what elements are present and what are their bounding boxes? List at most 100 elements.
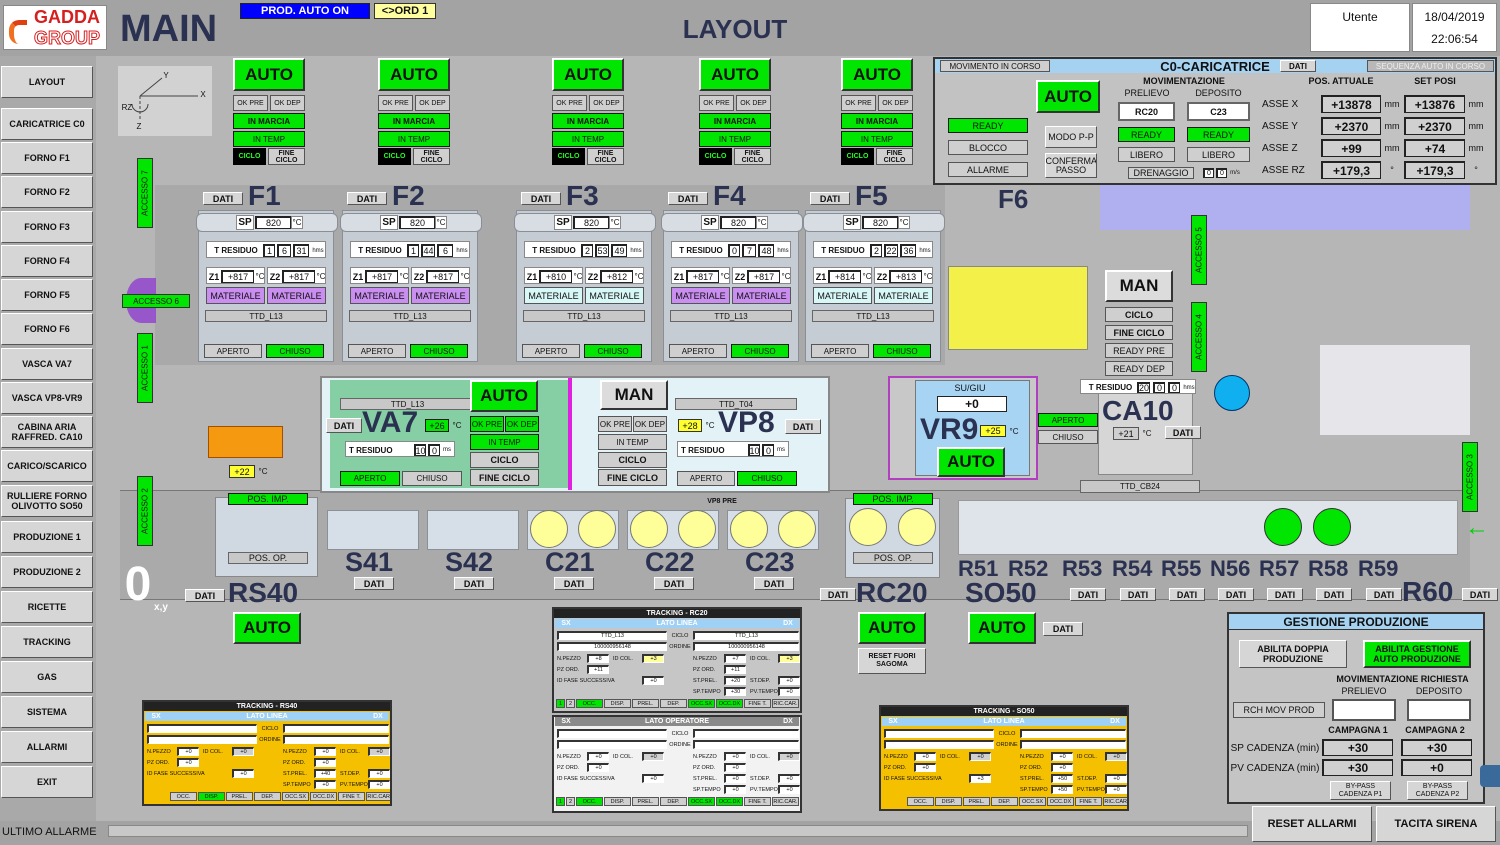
npezzo-dx[interactable]: +0: [314, 747, 336, 756]
gestione-deposito-input[interactable]: [1407, 699, 1471, 721]
sp-cadenza-2[interactable]: +30: [1401, 739, 1472, 756]
pzord-sx[interactable]: +11: [587, 665, 609, 674]
furnace-4-sp-value[interactable]: 820: [720, 216, 756, 229]
accesso-2[interactable]: ACCESSO 2: [137, 476, 153, 546]
station-c23-dati-button[interactable]: DATI: [754, 577, 794, 590]
ordine-dx[interactable]: [693, 740, 799, 749]
stprel[interactable]: +40: [314, 769, 336, 778]
rulliera-r55-dati-button[interactable]: DATI: [1169, 588, 1205, 601]
furnace-3-materiale-2[interactable]: MATERIALE: [585, 287, 644, 304]
vr9-aperto[interactable]: APERTO: [1038, 413, 1098, 427]
furnace-5-materiale-1[interactable]: MATERIALE: [813, 287, 872, 304]
vp8-aperto[interactable]: APERTO: [677, 471, 735, 486]
pvtempo[interactable]: +0: [778, 687, 800, 696]
furnace-3-aperto[interactable]: APERTO: [522, 344, 580, 358]
furnace-1-materiale-1[interactable]: MATERIALE: [206, 287, 265, 304]
stdep[interactable]: +0: [1105, 774, 1127, 783]
sidebar-item-allarmi[interactable]: ALLARMI: [1, 731, 93, 763]
npezzo-dx[interactable]: +0: [724, 752, 746, 761]
ordine-dx[interactable]: [283, 735, 389, 744]
pzord-dx[interactable]: +11: [724, 665, 746, 674]
furnace-2-sp-value[interactable]: 820: [399, 216, 435, 229]
accesso-5[interactable]: ACCESSO 5: [1191, 215, 1207, 285]
sidebar-item-layout[interactable]: LAYOUT: [1, 66, 93, 98]
furnace-2-dati-button[interactable]: DATI: [347, 192, 387, 205]
ciclo-dx[interactable]: [283, 724, 389, 733]
abilita-doppia-produzione-button[interactable]: ABILITA DOPPIA PRODUZIONE: [1239, 640, 1347, 668]
idfase[interactable]: +0: [642, 774, 664, 783]
accesso-3[interactable]: ACCESSO 3: [1462, 442, 1478, 512]
idcol-dx[interactable]: +0: [368, 747, 390, 756]
station-c21-dati-button[interactable]: DATI: [554, 577, 594, 590]
so50-auto-button[interactable]: AUTO: [968, 612, 1036, 644]
ciclo-sx[interactable]: [147, 724, 257, 733]
rc20-auto-button[interactable]: AUTO: [858, 612, 926, 644]
pzord-sx[interactable]: +0: [177, 758, 199, 767]
furnace-5-aperto[interactable]: APERTO: [811, 344, 869, 358]
bypass-cadenza-p1-button[interactable]: BY-PASS CADENZA P1: [1330, 781, 1391, 800]
r60-dati-button[interactable]: DATI: [1462, 588, 1498, 601]
abilita-gestione-auto-button[interactable]: ABILITA GESTIONE AUTO PRODUZIONE: [1363, 640, 1471, 668]
rs40-auto-button[interactable]: AUTO: [233, 612, 301, 644]
va7-aperto[interactable]: APERTO: [340, 471, 400, 486]
pzord-dx[interactable]: +0: [724, 763, 746, 772]
stdep[interactable]: +0: [778, 774, 800, 783]
furnace-1-materiale-2[interactable]: MATERIALE: [267, 287, 326, 304]
furnace-4-materiale-2[interactable]: MATERIALE: [732, 287, 791, 304]
furnace-3-materiale-1[interactable]: MATERIALE: [524, 287, 583, 304]
furnace-1-auto-button[interactable]: AUTO: [233, 58, 305, 91]
furnace-3-chiuso[interactable]: CHIUSO: [584, 344, 642, 358]
furnace-4-dati-button[interactable]: DATI: [668, 192, 708, 205]
accesso-4[interactable]: ACCESSO 4: [1191, 302, 1207, 372]
sidebar-item-forno-f6[interactable]: FORNO F6: [1, 313, 93, 345]
sidebar-item-forno-f1[interactable]: FORNO F1: [1, 142, 93, 174]
vp8-dati-button[interactable]: DATI: [785, 419, 821, 434]
c0-modo-pp-button[interactable]: MODO P-P: [1045, 126, 1097, 148]
rulliera-r53-dati-button[interactable]: DATI: [1070, 588, 1106, 601]
ordine-dx[interactable]: [1020, 740, 1126, 749]
stdep[interactable]: +0: [778, 676, 800, 685]
ciclo-sx[interactable]: TTD_L13: [557, 631, 667, 640]
accesso-6[interactable]: ACCESSO 6: [122, 294, 190, 308]
idfase[interactable]: +0: [642, 676, 664, 685]
npezzo-sx[interactable]: +0: [587, 752, 609, 761]
sptempo[interactable]: +50: [1051, 785, 1073, 794]
sidebar-item-forno-f3[interactable]: FORNO F3: [1, 211, 93, 243]
idcol-sx[interactable]: +0: [642, 752, 664, 761]
furnace-5-dati-button[interactable]: DATI: [810, 192, 850, 205]
sidebar-item-tracking[interactable]: TRACKING: [1, 626, 93, 658]
furnace-1-chiuso[interactable]: CHIUSO: [266, 344, 324, 358]
va7-auto-button[interactable]: AUTO: [470, 380, 538, 412]
idcol-dx[interactable]: +3: [778, 654, 800, 663]
ciclo-sx[interactable]: [884, 729, 994, 738]
idcol-sx[interactable]: +3: [642, 654, 664, 663]
furnace-1-sp-value[interactable]: 820: [255, 216, 291, 229]
c0-asse-x-set[interactable]: +13876: [1404, 95, 1465, 113]
ciclo-dx[interactable]: TTD_L13: [693, 631, 799, 640]
npezzo-dx[interactable]: +0: [1051, 752, 1073, 761]
npezzo-dx[interactable]: +7: [724, 654, 746, 663]
ciclo-dx[interactable]: [1020, 729, 1126, 738]
sptempo[interactable]: +0: [314, 780, 336, 789]
accesso-1[interactable]: ACCESSO 1: [137, 333, 153, 403]
sidebar-item-produzione-2[interactable]: PRODUZIONE 2: [1, 556, 93, 588]
idcol-dx[interactable]: +0: [778, 752, 800, 761]
remote-support-tab-icon[interactable]: [1480, 765, 1500, 787]
tacita-sirena-button[interactable]: TACITA SIRENA: [1376, 806, 1496, 842]
station-c22-dati-button[interactable]: DATI: [654, 577, 694, 590]
pvtempo[interactable]: +0: [368, 780, 390, 789]
furnace-1-aperto[interactable]: APERTO: [204, 344, 262, 358]
ciclo-dx[interactable]: [693, 729, 799, 738]
pzord-sx[interactable]: +0: [914, 763, 936, 772]
pzord-sx[interactable]: +0: [587, 763, 609, 772]
sidebar-item-ricette[interactable]: RICETTE: [1, 591, 93, 623]
sidebar-item-rulliere-forno-olivotto-so50[interactable]: RULLIERE FORNO OLIVOTTO SO50: [1, 485, 93, 517]
pvtempo[interactable]: +0: [778, 785, 800, 794]
reset-allarmi-button[interactable]: RESET ALLARMI: [1252, 806, 1372, 842]
c0-asse-rz-set[interactable]: +179,3: [1404, 161, 1465, 179]
furnace-4-auto-button[interactable]: AUTO: [699, 58, 771, 91]
rulliera-n56-dati-button[interactable]: DATI: [1218, 588, 1254, 601]
sidebar-item-sistema[interactable]: SISTEMA: [1, 696, 93, 728]
idfase[interactable]: +3: [969, 774, 991, 783]
sptempo[interactable]: +0: [724, 785, 746, 794]
